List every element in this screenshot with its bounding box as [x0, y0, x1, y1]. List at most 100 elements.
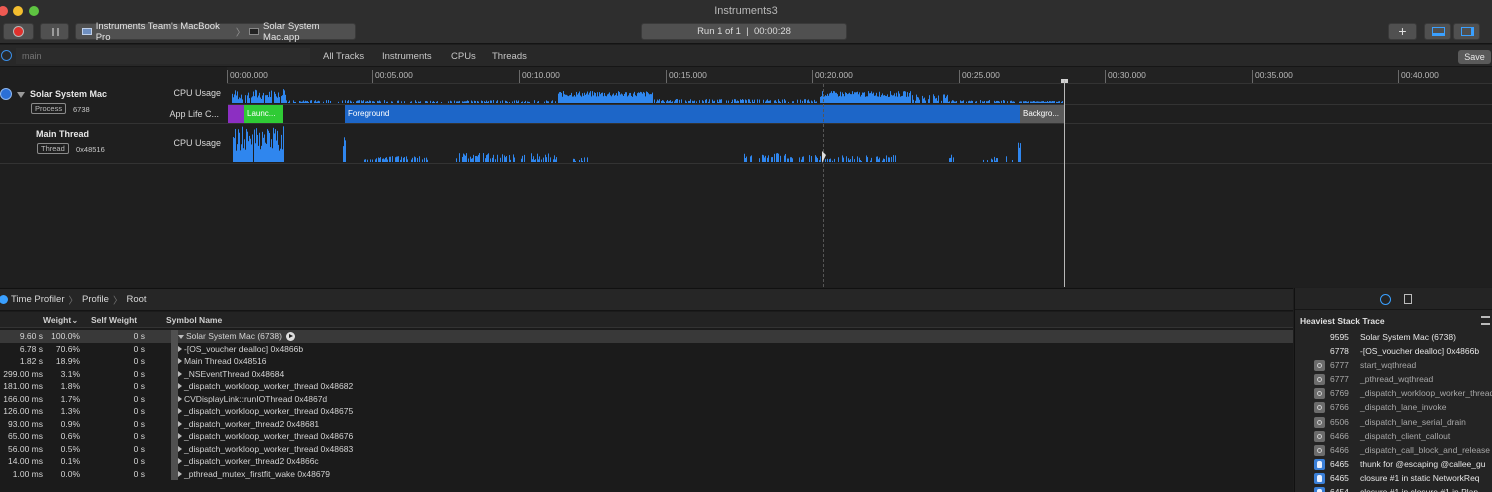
- cpu-sample-bar: [522, 155, 523, 162]
- cpu-sample-bar: [713, 101, 714, 103]
- table-row[interactable]: 1.00 ms 0.0% 0 s _pthread_mutex_firstfit_wa…: [0, 467, 1293, 480]
- column-weight[interactable]: Weight⌄: [43, 315, 78, 326]
- stack-frame[interactable]: 9595 Solar System Mac (6738): [1295, 331, 1492, 345]
- stack-frame[interactable]: 6777 _pthread_wqthread: [1295, 373, 1492, 387]
- column-self-weight[interactable]: Self Weight: [91, 315, 137, 325]
- cpu-sample-bar: [366, 101, 367, 103]
- lifecycle-segment-launch[interactable]: Launc...: [244, 105, 283, 123]
- tab-cpus[interactable]: CPUs: [451, 51, 476, 62]
- app-lifecycle-graph[interactable]: Launc... Foreground Backgro...: [228, 104, 1492, 123]
- stack-frame[interactable]: 6454 closure #1 in closure #1 in Plan: [1295, 486, 1492, 492]
- stack-frame[interactable]: 6769 _dispatch_workloop_worker_thread: [1295, 387, 1492, 401]
- call-tree-header: Weight⌄ Self Weight Symbol Name: [0, 312, 1293, 328]
- table-row[interactable]: 1.82 s 18.9% 0 s Main Thread 0x48516: [0, 355, 1293, 368]
- disclosure-triangle-icon[interactable]: [178, 470, 182, 477]
- disclosure-triangle-icon[interactable]: [178, 345, 182, 352]
- table-row[interactable]: 65.00 ms 0.6% 0 s _dispatch_workloop_worker…: [0, 430, 1293, 443]
- expand-icon[interactable]: [1481, 316, 1490, 325]
- cpu-sample-bar: [627, 96, 628, 103]
- thread-cpu-graph[interactable]: [228, 124, 1492, 164]
- lifecycle-segment[interactable]: [283, 105, 345, 123]
- disclosure-triangle-icon[interactable]: [178, 383, 182, 389]
- cpu-sample-bar: [1026, 101, 1027, 103]
- stack-frame[interactable]: 6506 _dispatch_lane_serial_drain: [1295, 416, 1492, 430]
- lifecycle-segment-foreground[interactable]: Foreground: [345, 105, 1020, 123]
- table-row[interactable]: 9.60 s 100.0% 0 s Solar System Mac (6738): [0, 330, 1293, 343]
- table-row[interactable]: 93.00 ms 0.9% 0 s _dispatch_worker_thread2 …: [0, 417, 1293, 430]
- heaviest-stack-trace[interactable]: 9595 Solar System Mac (6738) 6778 -[OS_vouc…: [1295, 331, 1492, 492]
- cpu-sample-bar: [535, 159, 536, 162]
- disclosure-triangle-icon[interactable]: [178, 458, 182, 464]
- table-row[interactable]: 299.00 ms 3.1% 0 s _NSEventThread 0x48684: [0, 367, 1293, 380]
- focus-arrow-icon[interactable]: [285, 332, 295, 341]
- tab-instruments[interactable]: Instruments: [382, 51, 432, 62]
- row-weight: 181.00 ms: [3, 381, 43, 391]
- cpu-sample-bar: [690, 99, 691, 103]
- disclosure-triangle-icon[interactable]: [178, 358, 182, 364]
- cpu-sample-bar: [768, 100, 769, 103]
- breadcrumb-instrument[interactable]: Time Profiler: [11, 294, 65, 305]
- stack-frame[interactable]: 6465 thunk for @escaping @callee_gu: [1295, 458, 1492, 472]
- playhead[interactable]: [1064, 80, 1065, 287]
- time-ruler[interactable]: 00:00.000 00:05.000 00:10.000 00:15.000 …: [227, 67, 1492, 84]
- tab-all-tracks[interactable]: All Tracks: [323, 51, 364, 62]
- disclosure-triangle-icon[interactable]: [17, 92, 25, 98]
- disclosure-triangle-icon[interactable]: [178, 370, 182, 377]
- stack-frame[interactable]: 6466 _dispatch_client_callout: [1295, 430, 1492, 444]
- disclosure-triangle-icon[interactable]: [178, 335, 184, 339]
- pause-button[interactable]: [40, 23, 69, 40]
- disclosure-triangle-icon[interactable]: [178, 433, 182, 439]
- process-cpu-graph[interactable]: [228, 84, 1492, 104]
- lifecycle-segment-background[interactable]: Backgro...: [1020, 105, 1064, 123]
- disclosure-triangle-icon[interactable]: [178, 395, 182, 402]
- table-row[interactable]: 166.00 ms 1.7% 0 s CVDisplayLink::runIOThre…: [0, 392, 1293, 405]
- cpu-sample-bar: [1007, 101, 1008, 103]
- cpu-sample-bar: [569, 95, 570, 103]
- timeline[interactable]: 00:00.000 00:05.000 00:10.000 00:15.000 …: [0, 67, 1492, 287]
- cpu-sample-bar: [630, 92, 631, 103]
- target-selector[interactable]: Instruments Team's MacBook Pro 〉 Solar S…: [75, 21, 356, 43]
- lifecycle-segment[interactable]: [228, 105, 244, 123]
- document-icon[interactable]: [1404, 294, 1412, 304]
- add-instrument-button[interactable]: +: [1388, 23, 1417, 40]
- stack-frame[interactable]: 6465 closure #1 in static NetworkReq: [1295, 472, 1492, 486]
- filter-icon[interactable]: [1, 50, 12, 61]
- run-time: 00:00:28: [753, 26, 791, 37]
- track-filter-input[interactable]: [16, 48, 310, 64]
- stack-frame[interactable]: 6777 start_wqthread: [1295, 359, 1492, 373]
- stack-frame[interactable]: 6778 -[OS_voucher dealloc] 0x4866b: [1295, 345, 1492, 359]
- laptop-icon: [82, 28, 92, 35]
- run-status[interactable]: Run 1 of 1 | 00:00:28: [641, 23, 847, 40]
- cpu-sample-bar: [482, 101, 483, 103]
- process-track[interactable]: Solar System Mac Process 6738 CPU Usage …: [0, 84, 1492, 124]
- tab-threads[interactable]: Threads: [492, 51, 527, 62]
- table-row[interactable]: 126.00 ms 1.3% 0 s _dispatch_workloop_worke…: [0, 405, 1293, 418]
- column-symbol-name[interactable]: Symbol Name: [166, 315, 222, 325]
- breadcrumb-root[interactable]: Root: [126, 294, 146, 305]
- call-tree[interactable]: 9.60 s 100.0% 0 s Solar System Mac (6738) 6.…: [0, 330, 1293, 480]
- cpu-sample-bar: [256, 90, 257, 103]
- record-button[interactable]: [3, 23, 34, 40]
- thread-track[interactable]: Main Thread Thread 0x48516 CPU Usage: [0, 124, 1492, 164]
- save-button[interactable]: Save: [1458, 50, 1491, 64]
- disclosure-triangle-icon[interactable]: [178, 445, 182, 452]
- breadcrumb-profile[interactable]: Profile: [82, 294, 109, 305]
- table-row[interactable]: 14.00 ms 0.1% 0 s _dispatch_worker_thread2 …: [0, 455, 1293, 468]
- cpu-sample-bar: [949, 158, 950, 162]
- table-row[interactable]: 56.00 ms 0.5% 0 s _dispatch_workloop_worker…: [0, 442, 1293, 455]
- cpu-sample-bar: [895, 155, 896, 162]
- cpu-sample-bar: [437, 101, 438, 103]
- cpu-sample-bar: [843, 94, 844, 103]
- stack-frame[interactable]: 6466 _dispatch_call_block_and_release: [1295, 444, 1492, 458]
- toggle-detail-button[interactable]: [1424, 23, 1451, 40]
- disclosure-triangle-icon[interactable]: [178, 408, 182, 414]
- cpu-sample-bar: [270, 97, 271, 103]
- cpu-sample-bar: [545, 154, 546, 162]
- toggle-inspector-button[interactable]: [1453, 23, 1480, 40]
- table-row[interactable]: 6.78 s 70.6% 0 s -[OS_voucher dealloc] 0x48…: [0, 342, 1293, 355]
- cpu-sample-bar: [619, 92, 620, 103]
- disclosure-triangle-icon[interactable]: [178, 420, 182, 427]
- info-icon[interactable]: [1380, 294, 1391, 305]
- stack-frame[interactable]: 6766 _dispatch_lane_invoke: [1295, 401, 1492, 415]
- table-row[interactable]: 181.00 ms 1.8% 0 s _dispatch_workloop_worke…: [0, 380, 1293, 393]
